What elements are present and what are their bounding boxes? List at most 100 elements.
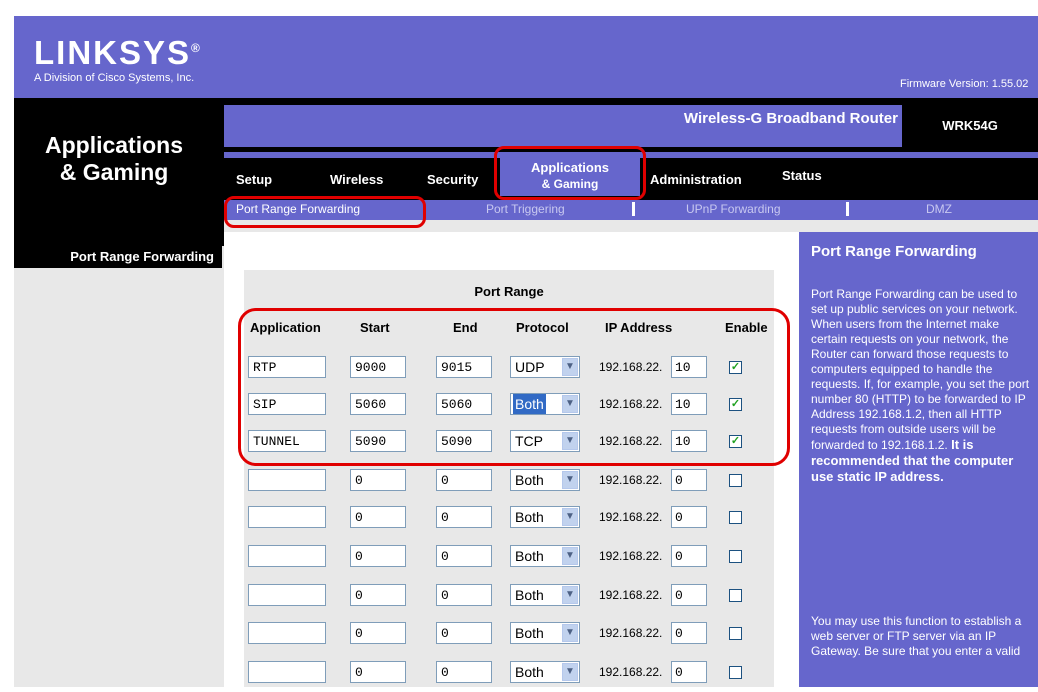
ip-prefix: 192.168.22. [599,397,663,411]
tab-applications-gaming[interactable]: Applications & Gaming [500,156,640,196]
checkmark-icon: ✓ [730,398,741,410]
protocol-select[interactable]: Both ▼ [510,469,580,491]
start-port-input[interactable]: 0 [350,661,406,683]
tab-security[interactable]: Security [427,172,478,187]
enable-checkbox[interactable]: ✓ [729,398,742,411]
start-port-input[interactable]: 5090 [350,430,406,452]
protocol-select[interactable]: TCP ▼ [510,430,580,452]
protocol-select[interactable]: Both ▼ [510,506,580,528]
application-name-input[interactable]: RTP [248,356,326,378]
protocol-select[interactable]: Both ▼ [510,661,580,683]
left-nav-port-range-forwarding[interactable]: Port Range Forwarding [14,246,222,268]
ip-last-octet-input[interactable]: 0 [671,584,707,606]
ip-last-octet-input[interactable]: 0 [671,622,707,644]
end-port-input[interactable]: 5060 [436,393,492,415]
linksys-logo: LINKSYS® [34,34,202,71]
ip-prefix: 192.168.22. [599,510,663,524]
subtab-dmz[interactable]: DMZ [926,202,952,216]
application-name-input[interactable]: TUNNEL [248,430,326,452]
ip-last-octet-input[interactable]: 0 [671,661,707,683]
model-name: WRK54G [902,105,1038,147]
col-header-application: Application [250,320,321,335]
end-port-input[interactable]: 0 [436,545,492,567]
start-port-input[interactable]: 0 [350,506,406,528]
subtab-port-triggering[interactable]: Port Triggering [486,202,565,216]
ip-last-octet-input[interactable]: 10 [671,393,707,415]
checkmark-icon: ✓ [730,361,741,373]
ip-last-octet-input[interactable]: 10 [671,430,707,452]
ip-last-octet-input[interactable]: 10 [671,356,707,378]
end-port-input[interactable]: 5090 [436,430,492,452]
col-header-enable: Enable [725,320,768,335]
protocol-value: Both [515,587,544,603]
tab-status[interactable]: Status [782,168,822,183]
application-name-input[interactable] [248,545,326,567]
enable-checkbox[interactable] [729,550,742,563]
end-port-input[interactable]: 9015 [436,356,492,378]
start-port-input[interactable]: 5060 [350,393,406,415]
subtab-port-range-forwarding[interactable]: Port Range Forwarding [236,202,360,216]
start-port-input[interactable]: 0 [350,545,406,567]
firmware-version: Firmware Version: 1.55.02 [900,78,1029,90]
end-port-input[interactable]: 0 [436,584,492,606]
protocol-value: Both [515,548,544,564]
start-port-input[interactable]: 9000 [350,356,406,378]
application-name-input[interactable] [248,506,326,528]
application-name-input[interactable] [248,661,326,683]
end-port-input[interactable]: 0 [436,622,492,644]
help-text-2: You may use this function to establish a… [811,614,1022,658]
chevron-down-icon[interactable]: ▼ [562,395,578,413]
content-top-strip [224,220,1038,232]
enable-checkbox[interactable] [729,474,742,487]
protocol-value: TCP [515,433,543,449]
help-title: Port Range Forwarding [811,243,977,260]
checkmark-icon: ✓ [730,435,741,447]
subtab-upnp-forwarding[interactable]: UPnP Forwarding [686,202,781,216]
tab-administration[interactable]: Administration [650,172,742,187]
end-port-input[interactable]: 0 [436,506,492,528]
product-name: Wireless-G Broadband Router [683,110,898,127]
enable-checkbox[interactable] [729,627,742,640]
protocol-select[interactable]: Both ▼ [510,393,580,415]
chevron-down-icon[interactable]: ▼ [562,358,578,376]
start-port-input[interactable]: 0 [350,469,406,491]
application-name-input[interactable] [248,584,326,606]
col-header-end: End [453,320,478,335]
end-port-input[interactable]: 0 [436,661,492,683]
enable-checkbox[interactable]: ✓ [729,435,742,448]
tab-wireless[interactable]: Wireless [330,172,383,187]
logo-subtitle: A Division of Cisco Systems, Inc. [34,72,195,84]
protocol-select[interactable]: Both ▼ [510,584,580,606]
protocol-select[interactable]: Both ▼ [510,622,580,644]
chevron-down-icon[interactable]: ▼ [562,624,578,642]
col-header-protocol: Protocol [516,320,569,335]
subtab-separator [632,202,635,216]
protocol-value: Both [515,472,544,488]
protocol-select[interactable]: Both ▼ [510,545,580,567]
chevron-down-icon[interactable]: ▼ [562,471,578,489]
chevron-down-icon[interactable]: ▼ [562,508,578,526]
chevron-down-icon[interactable]: ▼ [562,432,578,450]
application-name-input[interactable] [248,622,326,644]
application-name-input[interactable]: SIP [248,393,326,415]
start-port-input[interactable]: 0 [350,622,406,644]
chevron-down-icon[interactable]: ▼ [562,663,578,681]
chevron-down-icon[interactable]: ▼ [562,586,578,604]
start-port-input[interactable]: 0 [350,584,406,606]
enable-checkbox[interactable]: ✓ [729,361,742,374]
application-name-input[interactable] [248,469,326,491]
enable-checkbox[interactable] [729,589,742,602]
ip-prefix: 192.168.22. [599,549,663,563]
enable-checkbox[interactable] [729,666,742,679]
ip-prefix: 192.168.22. [599,360,663,374]
ip-last-octet-input[interactable]: 0 [671,469,707,491]
section-title: Applications & Gaming [44,132,183,185]
ip-last-octet-input[interactable]: 0 [671,506,707,528]
enable-checkbox[interactable] [729,511,742,524]
ip-last-octet-input[interactable]: 0 [671,545,707,567]
tab-setup[interactable]: Setup [236,172,272,187]
protocol-select[interactable]: UDP ▼ [510,356,580,378]
end-port-input[interactable]: 0 [436,469,492,491]
chevron-down-icon[interactable]: ▼ [562,547,578,565]
left-strip [14,220,224,246]
